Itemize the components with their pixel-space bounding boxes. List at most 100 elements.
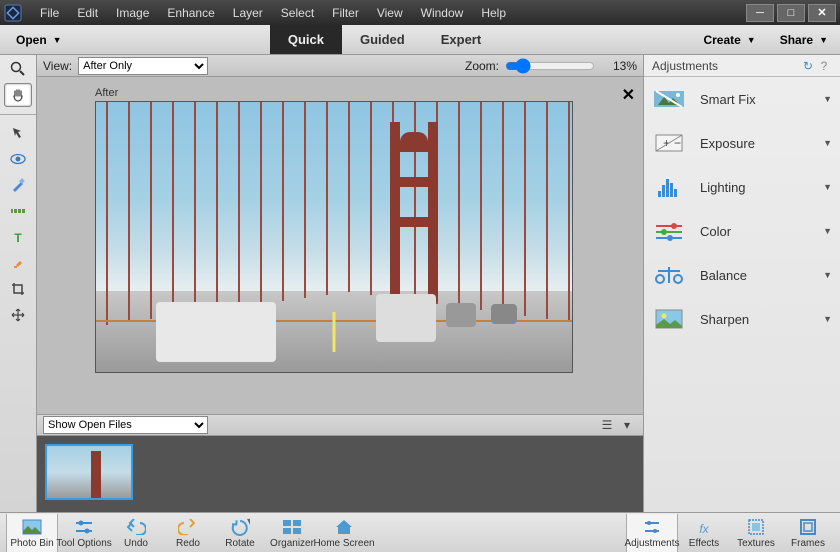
svg-text:fx: fx xyxy=(699,522,709,535)
menu-window[interactable]: Window xyxy=(413,4,472,22)
healing-tool[interactable] xyxy=(4,251,32,275)
selection-tool[interactable] xyxy=(4,121,32,145)
bottom-effects[interactable]: fxEffects xyxy=(678,514,730,552)
help-icon[interactable]: ? xyxy=(816,59,832,73)
chevron-down-icon: ▼ xyxy=(53,35,62,45)
whiten-tool[interactable] xyxy=(4,173,32,197)
menu-view[interactable]: View xyxy=(369,4,411,22)
photo-icon xyxy=(652,306,686,332)
bottom-home-screen[interactable]: Home Screen xyxy=(318,514,370,552)
chevron-down-icon: ▼ xyxy=(823,182,832,192)
exposure-icon: +− xyxy=(652,130,686,156)
bottom-undo[interactable]: Undo xyxy=(110,514,162,552)
titlebar: FileEditImageEnhanceLayerSelectFilterVie… xyxy=(0,0,840,25)
redeye-tool[interactable] xyxy=(4,147,32,171)
bottom-frames[interactable]: Frames xyxy=(782,514,834,552)
scale-icon xyxy=(652,262,686,288)
adjustment-lighting[interactable]: Lighting▼ xyxy=(644,165,840,209)
bin-select[interactable]: Show Open Files xyxy=(43,416,208,434)
tab-guided[interactable]: Guided xyxy=(342,25,423,54)
menu-select[interactable]: Select xyxy=(273,4,322,22)
adjustment-exposure[interactable]: +−Exposure▼ xyxy=(644,121,840,165)
view-label: View: xyxy=(43,59,72,73)
chevron-down-icon: ▼ xyxy=(823,314,832,324)
view-select[interactable]: After Only xyxy=(78,57,208,75)
photobin-icon xyxy=(22,517,42,537)
menu-file[interactable]: File xyxy=(32,4,67,22)
organizer-icon xyxy=(283,517,301,537)
bottom-organizer[interactable]: Organizer xyxy=(266,514,318,552)
wand-icon xyxy=(652,86,686,112)
bin-bar: Show Open Files ☰ ▾ xyxy=(37,414,643,436)
maximize-button[interactable]: □ xyxy=(777,4,805,22)
tab-expert[interactable]: Expert xyxy=(423,25,499,54)
crop-tool[interactable] xyxy=(4,277,32,301)
adjustments-icon xyxy=(643,517,661,537)
canvas-area: ✕ After document.write(Array.from({lengt… xyxy=(37,77,643,414)
zoom-percent: 13% xyxy=(601,59,637,73)
open-menu[interactable]: Open▼ xyxy=(0,25,78,54)
after-label: After xyxy=(95,87,621,99)
move-tool[interactable] xyxy=(4,303,32,327)
menu-layer[interactable]: Layer xyxy=(225,4,271,22)
bottom-toolbar: Photo BinTool OptionsUndoRedo▾RotateOrga… xyxy=(0,512,840,552)
minimize-button[interactable]: ─ xyxy=(746,4,774,22)
bin-menu-icon[interactable]: ▾ xyxy=(617,418,637,432)
view-bar: View: After Only Zoom: 13% xyxy=(37,55,643,77)
hand-tool[interactable] xyxy=(4,83,32,107)
chevron-down-icon: ▼ xyxy=(823,138,832,148)
close-button[interactable]: ✕ xyxy=(808,4,836,22)
chevron-down-icon: ▼ xyxy=(823,226,832,236)
share-menu[interactable]: Share▼ xyxy=(768,25,840,54)
type-tool[interactable]: T xyxy=(4,225,32,249)
bottom-textures[interactable]: Textures xyxy=(730,514,782,552)
menu-bar: FileEditImageEnhanceLayerSelectFilterVie… xyxy=(32,4,514,22)
undo-icon xyxy=(126,517,146,537)
sliders-icon xyxy=(652,218,686,244)
bottom-rotate[interactable]: ▾Rotate xyxy=(214,514,266,552)
create-menu[interactable]: Create▼ xyxy=(691,25,767,54)
adjustment-balance[interactable]: Balance▼ xyxy=(644,253,840,297)
adjustment-smart-fix[interactable]: Smart Fix▼ xyxy=(644,77,840,121)
home-icon xyxy=(335,517,353,537)
fx-icon: fx xyxy=(694,517,714,537)
tooloptions-icon xyxy=(74,517,94,537)
adjustment-sharpen[interactable]: Sharpen▼ xyxy=(644,297,840,341)
bottom-photo-bin[interactable]: Photo Bin xyxy=(6,514,58,552)
zoom-slider[interactable] xyxy=(505,58,595,74)
zoom-tool[interactable] xyxy=(4,57,32,81)
adjustment-color[interactable]: Color▼ xyxy=(644,209,840,253)
document-canvas[interactable]: document.write(Array.from({length:22},(_… xyxy=(95,101,573,373)
panel-title: Adjustments xyxy=(652,59,718,73)
app-logo-icon xyxy=(4,4,22,22)
bottom-tool-options[interactable]: Tool Options xyxy=(58,514,110,552)
bottom-adjustments[interactable]: Adjustments xyxy=(626,514,678,552)
zoom-label: Zoom: xyxy=(465,59,499,73)
bottom-redo[interactable]: Redo xyxy=(162,514,214,552)
photo-bin xyxy=(37,436,643,512)
menu-image[interactable]: Image xyxy=(108,4,157,22)
textures-icon xyxy=(748,517,764,537)
redo-icon xyxy=(178,517,198,537)
menu-enhance[interactable]: Enhance xyxy=(159,4,222,22)
histogram-icon xyxy=(652,174,686,200)
svg-text:▾: ▾ xyxy=(247,518,250,528)
svg-text:T: T xyxy=(14,231,22,244)
tool-column: T xyxy=(0,55,37,512)
chevron-down-icon: ▼ xyxy=(819,35,828,45)
menu-help[interactable]: Help xyxy=(473,4,514,22)
mode-bar: Open▼ QuickGuidedExpert Create▼ Share▼ xyxy=(0,25,840,55)
bin-sort-icon[interactable]: ☰ xyxy=(597,418,617,432)
tab-quick[interactable]: Quick xyxy=(270,25,342,54)
chevron-down-icon: ▼ xyxy=(823,94,832,104)
close-document-button[interactable]: ✕ xyxy=(622,85,635,105)
adjustments-panel: Adjustments ↻ ? Smart Fix▼+−Exposure▼Lig… xyxy=(643,55,840,512)
frames-icon xyxy=(800,517,816,537)
reset-icon[interactable]: ↻ xyxy=(800,59,816,73)
chevron-down-icon: ▼ xyxy=(823,270,832,280)
straighten-tool[interactable] xyxy=(4,199,32,223)
menu-filter[interactable]: Filter xyxy=(324,4,367,22)
rotate-icon: ▾ xyxy=(230,517,250,537)
photo-thumbnail[interactable] xyxy=(45,444,133,500)
menu-edit[interactable]: Edit xyxy=(69,4,106,22)
